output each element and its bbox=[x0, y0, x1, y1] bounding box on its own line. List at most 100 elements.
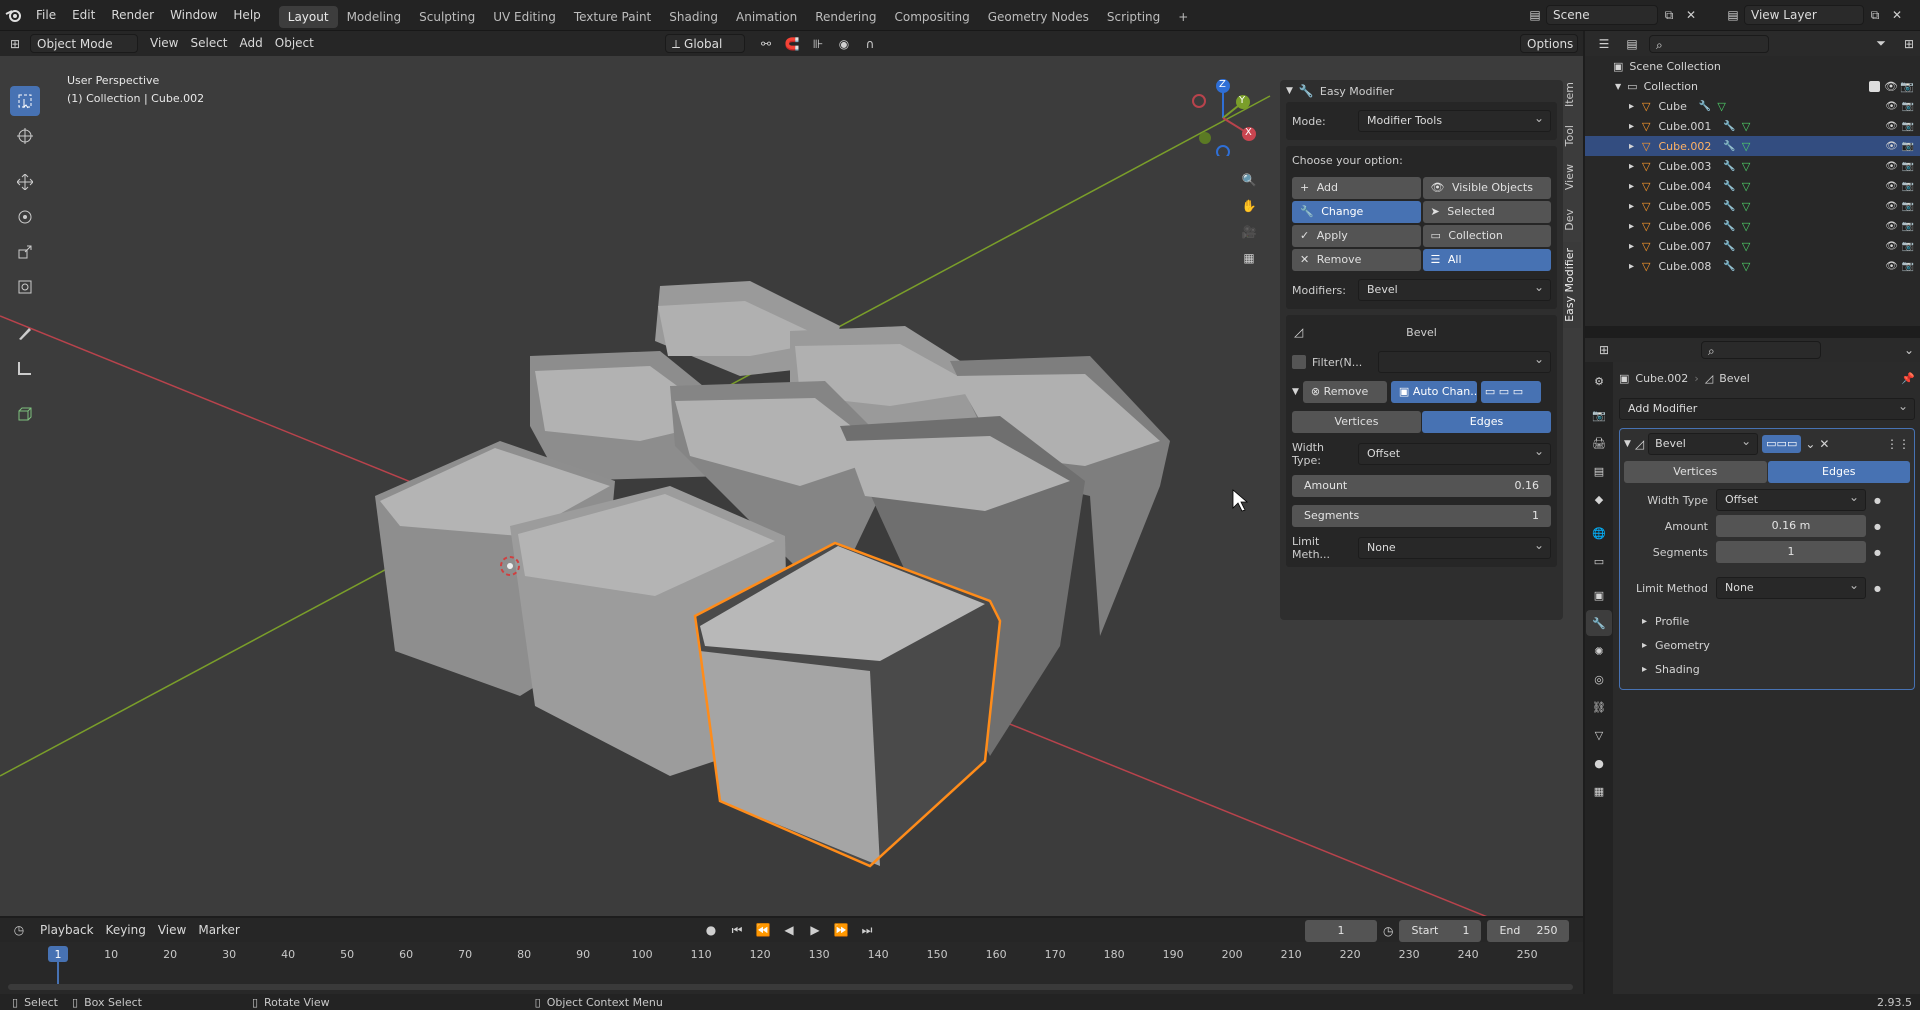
expand-arrow-icon[interactable]: ▸ bbox=[1629, 241, 1634, 252]
falloff-icon[interactable]: ∩ bbox=[859, 34, 881, 54]
visibility-eye-icon[interactable]: 👁 bbox=[1885, 101, 1898, 112]
object-mode-dropdown[interactable]: Object Mode bbox=[30, 34, 138, 53]
sidebar-tab-easy-modifier[interactable]: Easy Modifier bbox=[1563, 242, 1581, 329]
sidebar-tab-item[interactable]: Item bbox=[1563, 76, 1581, 113]
expand-arrow-icon[interactable]: ▸ bbox=[1629, 161, 1634, 172]
workspace-tab-layout[interactable]: Layout bbox=[278, 6, 338, 28]
outliner-item-cube-002[interactable]: ▸ ▽ Cube.002 🔧 ▽ 👁 📷 bbox=[1585, 136, 1920, 156]
scene-name-field[interactable]: Scene bbox=[1546, 5, 1658, 25]
expand-arrow-icon[interactable]: ▸ bbox=[1629, 141, 1634, 152]
scale-tool-icon[interactable] bbox=[10, 237, 40, 267]
properties-search-input[interactable]: ⌕ bbox=[1701, 341, 1821, 359]
outliner-item-cube-003[interactable]: ▸ ▽ Cube.003 🔧 ▽ 👁 📷 bbox=[1585, 156, 1920, 176]
segments-field[interactable]: 1 bbox=[1716, 541, 1866, 563]
auto-chain-toggle[interactable]: ▣ Auto Chan... bbox=[1390, 381, 1477, 403]
sidebar-tab-tool[interactable]: Tool bbox=[1563, 119, 1581, 152]
workspace-tab-modeling[interactable]: Modeling bbox=[338, 6, 411, 28]
render-camera-icon[interactable]: 📷 bbox=[1900, 80, 1914, 93]
workspace-tab-compositing[interactable]: Compositing bbox=[885, 6, 978, 28]
remove-modifier-button[interactable]: ⊗ Remove bbox=[1302, 381, 1387, 403]
delete-modifier-icon[interactable]: ✕ bbox=[1819, 437, 1829, 451]
menu-render[interactable]: Render bbox=[103, 0, 162, 31]
menu-window[interactable]: Window bbox=[162, 0, 225, 31]
timeline-scrollbar[interactable] bbox=[8, 984, 1573, 990]
outliner-item-cube-006[interactable]: ▸ ▽ Cube.006 🔧 ▽ 👁 📷 bbox=[1585, 216, 1920, 236]
navigation-gizmo[interactable]: Z Y X bbox=[1185, 76, 1265, 156]
action-apply-button[interactable]: ✓ Apply bbox=[1292, 225, 1421, 247]
visibility-eye-icon[interactable]: 👁 bbox=[1885, 241, 1898, 252]
scene-close-icon[interactable]: ✕ bbox=[1680, 5, 1702, 25]
visibility-eye-icon[interactable]: 👁 bbox=[1885, 141, 1898, 152]
action-add-button[interactable]: + Add bbox=[1292, 177, 1421, 199]
material-icon[interactable]: ● bbox=[1586, 750, 1612, 776]
scene-browse-icon[interactable]: ▤ bbox=[1524, 5, 1546, 25]
collapse-arrow-icon[interactable]: ▼ bbox=[1615, 82, 1621, 91]
blender-logo-icon[interactable] bbox=[0, 0, 28, 31]
render-properties-icon[interactable]: 📷 bbox=[1586, 402, 1612, 428]
options-dropdown[interactable]: Options bbox=[1520, 34, 1578, 53]
render-camera-icon[interactable]: 📷 bbox=[1902, 121, 1914, 132]
outliner-item-cube-001[interactable]: ▸ ▽ Cube.001 🔧 ▽ 👁 📷 bbox=[1585, 116, 1920, 136]
mesh-data-icon[interactable]: ▽ bbox=[1742, 160, 1750, 173]
snap-icon[interactable]: 🧲 bbox=[781, 34, 803, 54]
modifier-wrench-icon[interactable]: 🔧 bbox=[1723, 121, 1735, 132]
add-workspace-button[interactable]: + bbox=[1169, 6, 1197, 28]
affect-edges-button[interactable]: Edges bbox=[1767, 461, 1910, 483]
visibility-eye-icon[interactable]: 👁 bbox=[1885, 261, 1898, 272]
keyframe-dot-icon[interactable]: ● bbox=[1874, 522, 1881, 531]
particles-icon[interactable]: ✺ bbox=[1586, 638, 1612, 664]
subpanel-shading[interactable]: ▸ Shading bbox=[1624, 657, 1910, 681]
editor-type-icon[interactable]: ⊞ bbox=[4, 34, 26, 54]
action-change-button[interactable]: 🔧 Change bbox=[1292, 201, 1421, 223]
cursor-tool-icon[interactable] bbox=[10, 121, 40, 151]
viewport-menu-add[interactable]: Add bbox=[234, 31, 269, 56]
world-properties-icon[interactable]: 🌐 bbox=[1586, 520, 1612, 546]
mode-dropdown[interactable]: Modifier Tools bbox=[1358, 108, 1551, 132]
properties-editor-icon[interactable]: ⊞ bbox=[1593, 340, 1615, 360]
workspace-tab-geometry-nodes[interactable]: Geometry Nodes bbox=[979, 6, 1098, 28]
modifier-properties-icon[interactable]: 🔧 bbox=[1586, 610, 1612, 636]
menu-edit[interactable]: Edit bbox=[64, 0, 103, 31]
expand-arrow-icon[interactable]: ▸ bbox=[1629, 181, 1634, 192]
visibility-eye-icon[interactable]: 👁 bbox=[1885, 161, 1898, 172]
select-box-tool-icon[interactable] bbox=[10, 86, 40, 116]
workspace-tab-uv-editing[interactable]: UV Editing bbox=[484, 6, 565, 28]
display-mode-icon[interactable]: ▤ bbox=[1621, 34, 1643, 54]
viewport-menu-object[interactable]: Object bbox=[269, 31, 320, 56]
expand-arrow-icon[interactable]: ▸ bbox=[1629, 101, 1634, 112]
view-layer-field[interactable]: View Layer bbox=[1744, 5, 1864, 25]
target-visible-objects-button[interactable]: 👁 Visible Objects bbox=[1422, 177, 1551, 199]
rotate-tool-icon[interactable] bbox=[10, 202, 40, 232]
target-selected-button[interactable]: ➤ Selected bbox=[1422, 201, 1551, 223]
visibility-eye-icon[interactable]: 👁 bbox=[1885, 221, 1898, 232]
drag-handle-icon[interactable]: ⋮⋮ bbox=[1886, 437, 1910, 451]
mesh-data-icon[interactable]: ▽ bbox=[1742, 220, 1750, 233]
modifier-wrench-icon[interactable]: 🔧 bbox=[1723, 141, 1735, 152]
render-camera-icon[interactable]: 📷 bbox=[1902, 141, 1914, 152]
proportional-edit-icon[interactable]: ◉ bbox=[833, 34, 855, 54]
workspace-tab-animation[interactable]: Animation bbox=[727, 6, 806, 28]
affect-vertices-button[interactable]: Vertices bbox=[1292, 411, 1421, 433]
modifiers-dropdown[interactable]: Bevel bbox=[1358, 277, 1551, 301]
render-camera-icon[interactable]: 📷 bbox=[1902, 221, 1914, 232]
collection-checkbox[interactable] bbox=[1869, 80, 1880, 92]
expand-arrow-icon[interactable]: ▸ bbox=[1629, 221, 1634, 232]
transform-tool-icon[interactable] bbox=[10, 272, 40, 302]
filter-funnel-icon[interactable]: ⏷ bbox=[1870, 34, 1892, 54]
outliner-item-cube-008[interactable]: ▸ ▽ Cube.008 🔧 ▽ 👁 📷 bbox=[1585, 256, 1920, 276]
move-tool-icon[interactable] bbox=[10, 167, 40, 197]
limit-method-dropdown[interactable]: None bbox=[1358, 535, 1551, 559]
scene-collection-row[interactable]: ▣ Scene Collection bbox=[1585, 56, 1920, 76]
outliner-item-cube-007[interactable]: ▸ ▽ Cube.007 🔧 ▽ 👁 📷 bbox=[1585, 236, 1920, 256]
outliner-item-cube-005[interactable]: ▸ ▽ Cube.005 🔧 ▽ 👁 📷 bbox=[1585, 196, 1920, 216]
target-collection-button[interactable]: ▭ Collection bbox=[1422, 225, 1551, 247]
perspective-grid-icon[interactable]: ▦ bbox=[1238, 248, 1260, 268]
visibility-eye-icon[interactable]: 👁 bbox=[1884, 80, 1898, 93]
properties-options-icon[interactable]: ⌄ bbox=[1898, 340, 1920, 360]
pan-hand-icon[interactable]: ✋ bbox=[1238, 196, 1260, 216]
add-modifier-dropdown[interactable]: Add Modifier bbox=[1619, 396, 1915, 420]
sidebar-tab-dev[interactable]: Dev bbox=[1563, 203, 1581, 237]
modifier-wrench-icon[interactable]: 🔧 bbox=[1699, 101, 1711, 112]
mesh-data-icon[interactable]: ▽ bbox=[1742, 240, 1750, 253]
expand-arrow-icon[interactable]: ▸ bbox=[1629, 261, 1634, 272]
